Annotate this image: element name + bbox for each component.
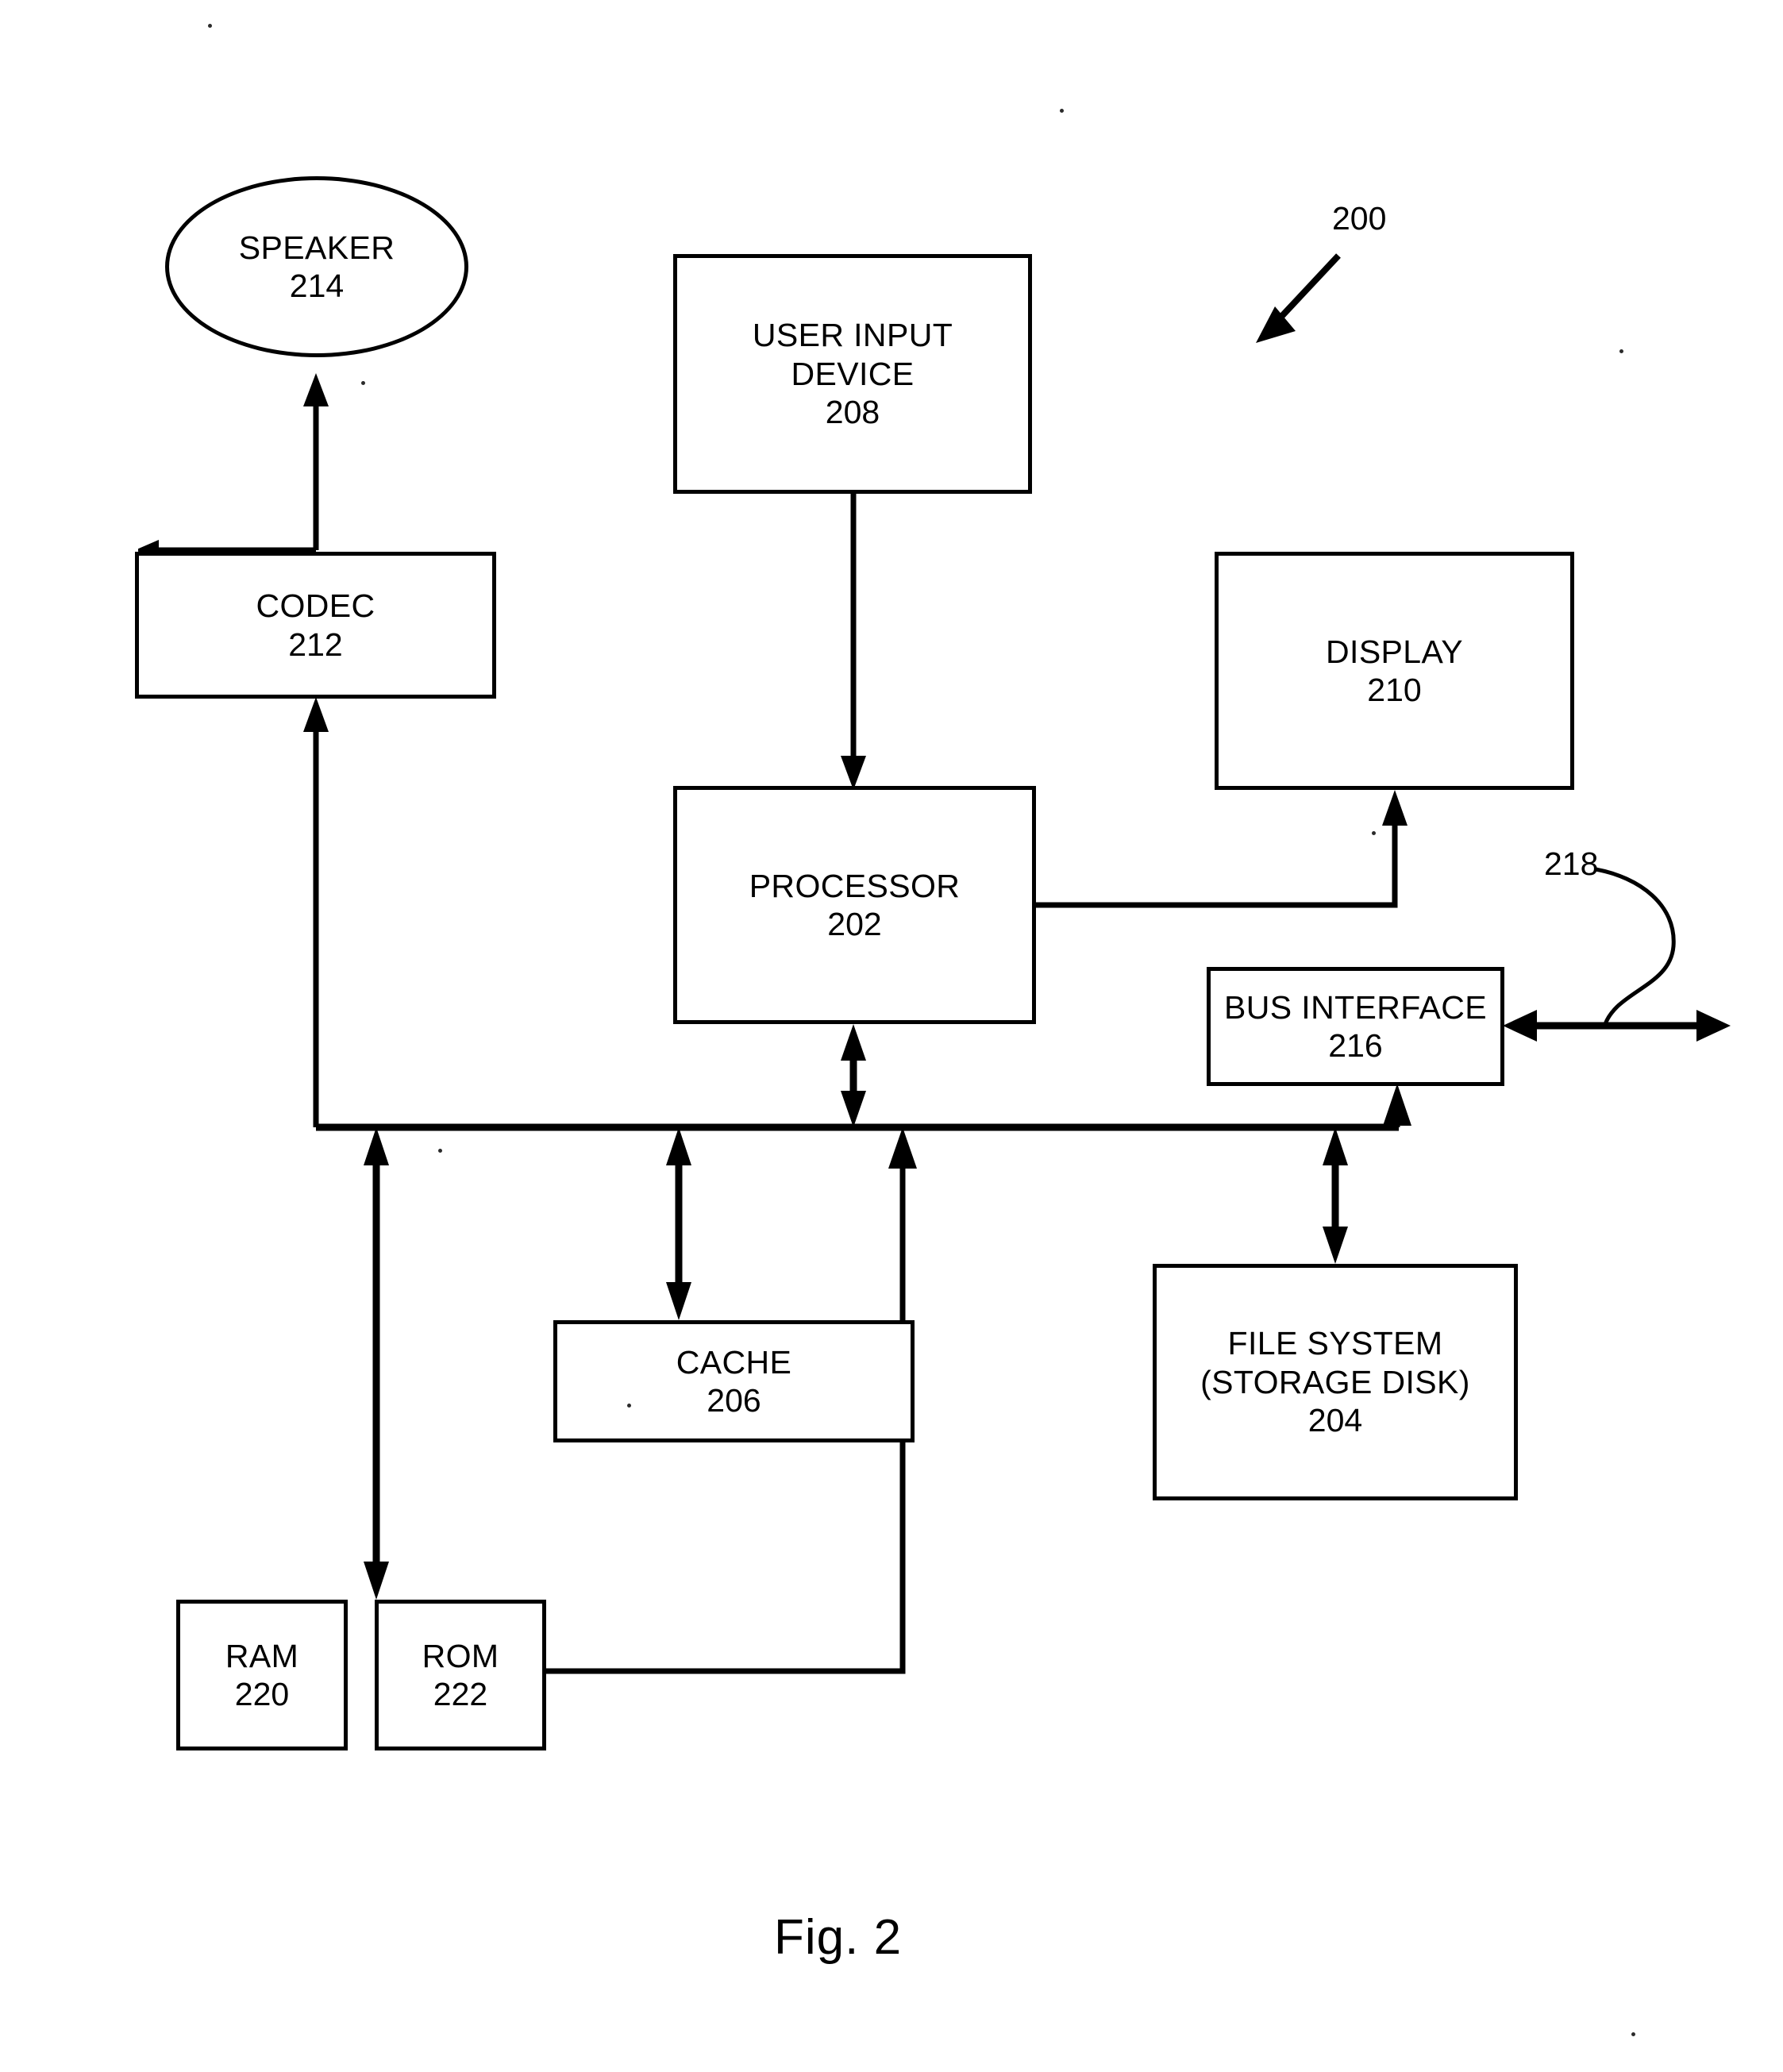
node-file-system[interactable]: FILE SYSTEM (STORAGE DISK) 204 — [1153, 1264, 1518, 1500]
scan-speck — [438, 1149, 442, 1153]
node-speaker[interactable]: SPEAKER 214 — [165, 176, 468, 357]
node-processor[interactable]: PROCESSOR 202 — [673, 786, 1036, 1024]
scan-speck — [361, 381, 365, 385]
scan-speck — [1060, 109, 1064, 113]
node-processor-label: PROCESSOR — [749, 867, 961, 904]
node-rom[interactable]: ROM 222 — [375, 1600, 546, 1750]
connector-businterface-external — [1503, 1010, 1731, 1042]
node-user-input-device[interactable]: USER INPUT DEVICE 208 — [673, 254, 1032, 494]
connector-bus-to-filesystem — [1323, 1127, 1348, 1264]
figure-caption: Fig. 2 — [774, 1909, 902, 1966]
node-ram-ref: 220 — [234, 1676, 290, 1712]
scan-speck — [1631, 2032, 1635, 2036]
reference-label-218-text: 218 — [1544, 845, 1599, 882]
scan-speck — [1619, 349, 1623, 353]
node-rom-label: ROM — [422, 1637, 499, 1674]
leader-line-218 — [1595, 867, 1676, 1025]
node-cache-label: CACHE — [676, 1343, 792, 1381]
node-bus-interface[interactable]: BUS INTERFACE 216 — [1207, 967, 1504, 1086]
connector-bus-to-ram — [364, 1127, 389, 1600]
node-speaker-label: SPEAKER — [238, 229, 395, 266]
node-display[interactable]: DISPLAY 210 — [1215, 552, 1574, 790]
node-codec-label: CODEC — [256, 587, 375, 625]
node-file-system-label-line2: (STORAGE DISK) — [1200, 1363, 1470, 1400]
node-codec-ref: 212 — [288, 626, 343, 663]
node-bus-interface-label: BUS INTERFACE — [1224, 988, 1487, 1026]
connector-codec-to-bus — [303, 697, 329, 1127]
connector-codec-to-speaker-shaft — [303, 373, 329, 550]
node-display-ref: 210 — [1367, 672, 1422, 708]
figure-caption-text: Fig. 2 — [774, 1910, 903, 1965]
connector-bus-to-businterface — [1383, 1084, 1411, 1127]
scan-speck — [1372, 831, 1376, 835]
connector-bus-to-cache — [666, 1127, 691, 1320]
scan-speck — [208, 24, 212, 28]
reference-label-218: 218 — [1544, 845, 1598, 883]
node-rom-ref: 222 — [433, 1676, 488, 1712]
connector-userinput-to-processor — [841, 494, 866, 790]
node-speaker-ref: 214 — [289, 268, 345, 304]
node-user-input-device-label-line1: USER INPUT — [752, 317, 953, 354]
node-user-input-device-ref: 208 — [825, 394, 880, 431]
reference-label-200: 200 — [1332, 200, 1386, 237]
leader-arrow-200 — [1256, 253, 1341, 343]
node-processor-ref: 202 — [827, 906, 882, 942]
patent-figure-2: SPEAKER 214 USER INPUT DEVICE 208 CODEC … — [0, 0, 1783, 2072]
node-ram-label: RAM — [225, 1637, 299, 1674]
node-file-system-label-line1: FILE SYSTEM — [1227, 1325, 1443, 1362]
node-bus-interface-ref: 216 — [1328, 1027, 1383, 1064]
node-user-input-device-label-line2: DEVICE — [791, 355, 915, 392]
connector-processor-to-display — [1036, 790, 1408, 908]
scan-speck — [627, 1404, 631, 1408]
node-file-system-ref: 204 — [1307, 1402, 1363, 1439]
node-display-label: DISPLAY — [1326, 633, 1463, 670]
node-cache-ref: 206 — [707, 1382, 761, 1419]
node-ram[interactable]: RAM 220 — [176, 1600, 348, 1750]
node-codec[interactable]: CODEC 212 — [135, 552, 496, 699]
connector-processor-to-bus — [841, 1024, 866, 1127]
node-cache[interactable]: CACHE 206 — [553, 1320, 915, 1442]
reference-label-200-text: 200 — [1332, 200, 1387, 237]
